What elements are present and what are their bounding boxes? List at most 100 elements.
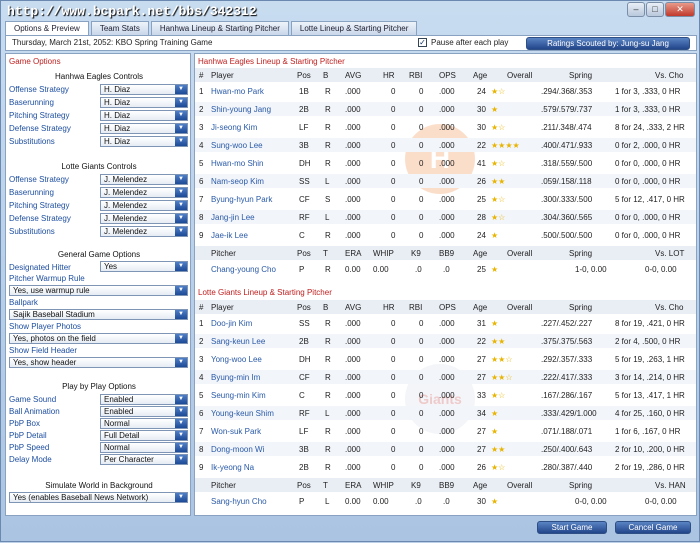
lineup-row[interactable]: 8 Dong-moon Wi 3B R .000 0 0 .000 27 ★★ .250/.400/…	[195, 442, 696, 456]
lineup-row[interactable]: 5 Seung-min Kim C R .000 0 0 .000 33 ★☆ .167/.286/…	[195, 388, 696, 402]
lineup-row[interactable]: 4 Sung-woo Lee 3B R .000 0 0 .000 22 ★★★★ .400/.47…	[195, 138, 696, 152]
age: 27	[477, 427, 486, 436]
player-name[interactable]: Byung-hyun Park	[211, 195, 272, 204]
pbp-option-select[interactable]: Full Detail ▼	[100, 430, 188, 441]
lotte-control-select[interactable]: J. Melendez ▼	[100, 187, 188, 198]
lineup-row[interactable]: 9 Ik-yeong Na 2B R .000 0 0 .000 26 ★☆ .280/.387/.…	[195, 460, 696, 474]
lotte-control-select[interactable]: J. Melendez ▼	[100, 174, 188, 185]
lineup-row[interactable]: 5 Hwan-mo Shin DH R .000 0 0 .000 41 ★☆ .318/.559/…	[195, 156, 696, 170]
simulate-select[interactable]: Yes (enables Baseball News Network) ▼	[9, 492, 188, 503]
age: 31	[477, 319, 486, 328]
pitcher-column-vs: Vs. LOT	[655, 249, 685, 258]
warmup-select[interactable]: Yes, use warmup rule ▼	[9, 285, 188, 296]
pitcher-spring: 0-0, 0.00	[575, 497, 607, 506]
player-name[interactable]: Yong-woo Lee	[211, 355, 262, 364]
player-name[interactable]: Won-suk Park	[211, 427, 261, 436]
rbi: 0	[419, 319, 424, 328]
player-name[interactable]: Sung-woo Lee	[211, 141, 263, 150]
position: 3B	[299, 445, 309, 454]
start-game-button[interactable]: Start Game	[537, 521, 607, 534]
pause-checkbox[interactable]: ✓	[418, 38, 427, 47]
lotte-control-value: J. Melendez	[104, 201, 148, 210]
player-name[interactable]: Jae-ik Lee	[211, 231, 248, 240]
lineup-row[interactable]: 2 Shin-young Jang 2B R .000 0 0 .000 30 ★ .579/.57…	[195, 102, 696, 116]
pbp-option-select[interactable]: Per Character ▼	[100, 454, 188, 465]
lineup-row[interactable]: 3 Yong-woo Lee DH R .000 0 0 .000 27 ★★☆ .292/.357…	[195, 352, 696, 366]
player-name[interactable]: Hwan-mo Shin	[211, 159, 263, 168]
vs-pitcher: 0 for 0, .000, 0 HR	[615, 177, 681, 186]
lineup-row[interactable]: 8 Jang-jin Lee RF L .000 0 0 .000 28 ★☆ .304/.360/…	[195, 210, 696, 224]
spring-stats: .059/.158/.118	[541, 177, 592, 186]
player-name[interactable]: Byung-min Im	[211, 373, 260, 382]
age: 27	[477, 355, 486, 364]
field-header-select[interactable]: Yes, show header ▼	[9, 357, 188, 368]
player-name[interactable]: Hwan-mo Park	[211, 87, 264, 96]
player-name[interactable]: Seung-min Kim	[211, 391, 266, 400]
tab-team-stats[interactable]: Team Stats	[90, 21, 149, 35]
avg: .000	[345, 445, 361, 454]
ops: .000	[439, 373, 455, 382]
cancel-game-button[interactable]: Cancel Game	[615, 521, 691, 534]
lineup-row[interactable]: 1 Hwan-mo Park 1B R .000 0 0 .000 24 ★☆ .294/.368/…	[195, 84, 696, 98]
column-header-vs: Vs. Cho	[655, 71, 684, 80]
player-name[interactable]: Ji-seong Kim	[211, 123, 257, 132]
hanhwa-control-select[interactable]: H. Diaz ▼	[100, 123, 188, 134]
minimize-button[interactable]: –	[627, 2, 645, 17]
dh-select[interactable]: Yes ▼	[100, 261, 188, 272]
lotte-control-select[interactable]: J. Melendez ▼	[100, 200, 188, 211]
pitcher-name[interactable]: Chang-young Cho	[211, 265, 276, 274]
lineup-row[interactable]: 9 Jae-ik Lee C R .000 0 0 .000 24 ★ .500/.500/.500…	[195, 228, 696, 242]
age: 26	[477, 177, 486, 186]
lineup-row[interactable]: 4 Byung-min Im CF R .000 0 0 .000 27 ★★☆ .222/.417…	[195, 370, 696, 384]
player-name[interactable]: Doo-jin Kim	[211, 319, 252, 328]
pbp-option-select[interactable]: Enabled ▼	[100, 394, 188, 405]
throws: L	[325, 497, 330, 506]
hanhwa-control-select[interactable]: H. Diaz ▼	[100, 84, 188, 95]
maximize-button[interactable]: □	[646, 2, 664, 17]
close-button[interactable]: ✕	[665, 2, 695, 17]
lineup-row[interactable]: 7 Won-suk Park LF R .000 0 0 .000 27 ★ .071/.188/.…	[195, 424, 696, 438]
lotte-control-select[interactable]: J. Melendez ▼	[100, 226, 188, 237]
position: 1B	[299, 87, 309, 96]
hanhwa-control-select[interactable]: H. Diaz ▼	[100, 110, 188, 121]
hanhwa-control-select[interactable]: H. Diaz ▼	[100, 136, 188, 147]
photos-select[interactable]: Yes, photos on the field ▼	[9, 333, 188, 344]
hanhwa-control-value: H. Diaz	[104, 137, 131, 146]
pbp-option-select[interactable]: Normal ▼	[100, 418, 188, 429]
lotte-control-select[interactable]: J. Melendez ▼	[100, 213, 188, 224]
tab-lotte-lineup[interactable]: Lotte Lineup & Starting Pitcher	[290, 21, 418, 35]
player-name[interactable]: Nam-seop Kim	[211, 177, 264, 186]
player-name[interactable]: Dong-moon Wi	[211, 445, 264, 454]
lineup-row[interactable]: 3 Ji-seong Kim LF R .000 0 0 .000 30 ★☆ .211/.348/…	[195, 120, 696, 134]
lineup-row[interactable]: 6 Young-keun Shim RF L .000 0 0 .000 34 ★ .333/.42…	[195, 406, 696, 420]
game-header: Thursday, March 21st, 2052: KBO Spring T…	[5, 35, 697, 51]
starting-pitcher-row[interactable]: Chang-young Cho P R 0.00 0.00 .0 .0 25 ★ 1-0, 0.0…	[195, 262, 696, 276]
starting-pitcher-row[interactable]: Sang-hyun Cho P L 0.00 0.00 .0 .0 30 ★ 0-0, 0.00 0…	[195, 494, 696, 508]
player-name[interactable]: Ik-yeong Na	[211, 463, 254, 472]
player-name[interactable]: Jang-jin Lee	[211, 213, 255, 222]
warmup-label: Pitcher Warmup Rule	[9, 274, 85, 283]
lotte-control-value: J. Melendez	[104, 227, 148, 236]
hanhwa-control-label: Baserunning	[9, 98, 54, 107]
hr: 0	[391, 319, 396, 328]
pbp-option-select[interactable]: Enabled ▼	[100, 406, 188, 417]
player-name[interactable]: Young-keun Shim	[211, 409, 274, 418]
ballpark-select[interactable]: Sajik Baseball Stadium ▼	[9, 309, 188, 320]
chevron-down-icon: ▼	[175, 227, 187, 236]
player-name[interactable]: Sang-keun Lee	[211, 337, 265, 346]
lineup-row[interactable]: 2 Sang-keun Lee 2B R .000 0 0 .000 22 ★★ .375/.375…	[195, 334, 696, 348]
era: 0.00	[345, 265, 361, 274]
lineup-row[interactable]: 7 Byung-hyun Park CF S .000 0 0 .000 25 ★☆ .300/.3…	[195, 192, 696, 206]
pause-option[interactable]: ✓ Pause after each play	[418, 38, 508, 47]
pitcher-name[interactable]: Sang-hyun Cho	[211, 497, 267, 506]
spring-stats: .304/.360/.565	[541, 213, 593, 222]
lineup-row[interactable]: 1 Doo-jin Kim SS R .000 0 0 .000 31 ★ .227/.452/.2…	[195, 316, 696, 330]
tab-hanhwa-lineup[interactable]: Hanhwa Lineup & Starting Pitcher	[150, 21, 289, 35]
pbp-option-select[interactable]: Normal ▼	[100, 442, 188, 453]
pbp-options-title: Play by Play Options	[62, 382, 136, 391]
hanhwa-control-select[interactable]: H. Diaz ▼	[100, 97, 188, 108]
lineup-row[interactable]: 6 Nam-seop Kim SS L .000 0 0 .000 26 ★★ .059/.158/…	[195, 174, 696, 188]
scouted-by-button[interactable]: Ratings Scouted by: Jung-su Jang	[526, 37, 690, 50]
player-name[interactable]: Shin-young Jang	[211, 105, 271, 114]
tab-options-preview[interactable]: Options & Preview	[5, 21, 89, 35]
